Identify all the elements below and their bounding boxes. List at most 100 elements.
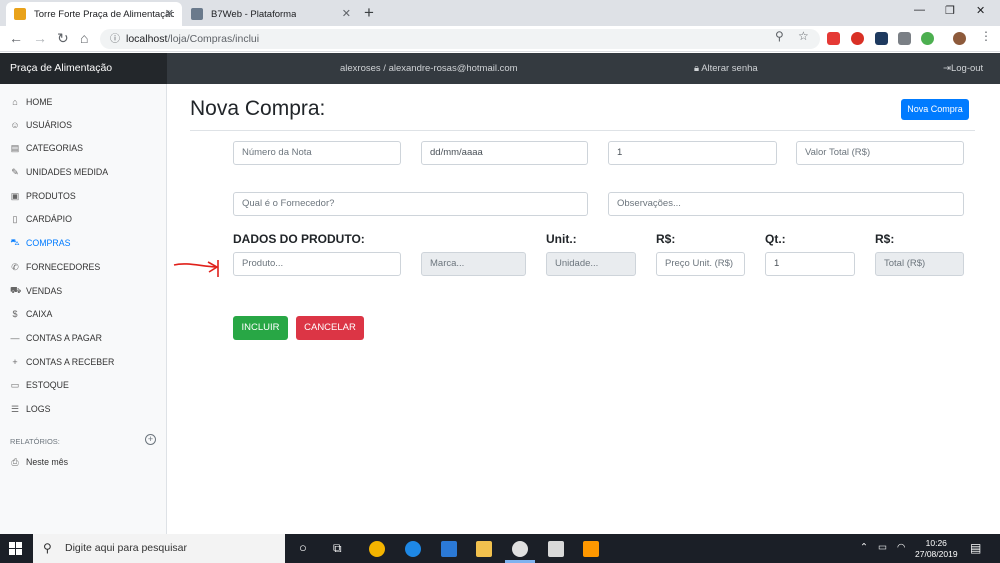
sidebar-item-label: HOME bbox=[26, 97, 53, 107]
unit-heading: Unit.: bbox=[546, 232, 577, 246]
forward-icon[interactable]: → bbox=[33, 30, 47, 46]
user-info: alexroses / alexandre-rosas@hotmail.com bbox=[340, 63, 518, 74]
b7web-favicon-icon bbox=[191, 8, 203, 20]
sidebar-item-neste-mes[interactable]: ⎙ Neste mês bbox=[10, 454, 68, 470]
sidebar-item-cardapio[interactable]: ▯ CARDÁPIO bbox=[10, 211, 72, 227]
search-icon: ⚲ bbox=[43, 541, 52, 555]
address-bar[interactable]: ⓘ localhost/loja/Compras/inclui bbox=[100, 29, 820, 49]
info-icon: ⓘ bbox=[110, 34, 120, 45]
logout-label: Log-out bbox=[950, 63, 984, 74]
include-button[interactable]: INCLUIR bbox=[233, 316, 288, 340]
sidebar-item-logs[interactable]: ☰ LOGS bbox=[10, 401, 51, 417]
restore-icon[interactable]: ❐ bbox=[945, 4, 955, 17]
sidebar-item-label: CONTAS A PAGAR bbox=[26, 333, 102, 343]
sidebar-item-compras[interactable]: ⛍ COMPRAS bbox=[10, 235, 70, 251]
minimize-icon[interactable]: — bbox=[914, 4, 925, 16]
taskbar-search-placeholder: Digite aqui para pesquisar bbox=[65, 542, 187, 554]
system-clock[interactable]: 10:26 27/08/2019 bbox=[915, 538, 958, 560]
sidebar-item-estoque[interactable]: ▭ ESTOQUE bbox=[10, 377, 69, 393]
skype-extension-icon[interactable] bbox=[898, 32, 911, 45]
cancel-button[interactable]: CANCELAR bbox=[296, 316, 364, 340]
dollar-icon: $ bbox=[12, 309, 18, 319]
date-input[interactable]: dd/mm/aaaa bbox=[421, 141, 588, 165]
wifi-icon[interactable]: ◠ bbox=[897, 542, 905, 553]
browser-toolbar: ← → ↻ ⌂ ⓘ localhost/loja/Compras/inclui ⚲… bbox=[0, 26, 1000, 52]
home-button-icon[interactable]: ⌂ bbox=[80, 30, 88, 46]
clock-date: 27/08/2019 bbox=[915, 549, 958, 559]
sidebar-item-label: CAIXA bbox=[26, 309, 53, 319]
close-window-icon[interactable]: ✕ bbox=[976, 4, 985, 17]
sidebar-item-caixa[interactable]: $ CAIXA bbox=[10, 306, 52, 322]
new-purchase-button[interactable]: Nova Compra bbox=[901, 99, 969, 120]
sidebar-item-produtos[interactable]: ▣ PRODUTOS bbox=[10, 188, 76, 204]
logout-link[interactable]: ⇥Log-out bbox=[943, 53, 983, 84]
sidebar-item-label: CARDÁPIO bbox=[26, 214, 72, 224]
invoice-number-input[interactable]: Número da Nota bbox=[233, 141, 401, 165]
cortana-icon[interactable]: ○ bbox=[299, 540, 307, 555]
taskbar-search-input[interactable]: ⚲ Digite aqui para pesquisar bbox=[33, 534, 285, 563]
opera-extension-icon[interactable] bbox=[851, 32, 864, 45]
browser-menu-icon[interactable]: ⋮ bbox=[980, 29, 992, 43]
close-tab-icon[interactable]: ✕ bbox=[342, 7, 351, 20]
new-tab-icon[interactable]: + bbox=[364, 3, 374, 23]
reload-icon[interactable]: ↻ bbox=[57, 30, 69, 47]
battery-icon[interactable]: ▭ bbox=[878, 542, 887, 553]
tray-chevron-icon[interactable]: ⌃ bbox=[860, 542, 868, 553]
sidebar-item-label: CONTAS A RECEBER bbox=[26, 357, 115, 367]
back-icon[interactable]: ← bbox=[9, 30, 23, 46]
play-extension-icon[interactable] bbox=[921, 32, 934, 45]
sidebar-item-label: USUÁRIOS bbox=[26, 120, 72, 130]
change-password-link[interactable]: 🔒︎ Alterar senha bbox=[694, 53, 758, 84]
browser-tab[interactable]: B7Web - Plataforma ✕ bbox=[183, 2, 359, 26]
windows-start-icon[interactable] bbox=[9, 542, 23, 556]
supplier-input[interactable]: Qual é o Fornecedor? bbox=[233, 192, 588, 216]
zoom-icon[interactable]: ⚲ bbox=[775, 29, 784, 43]
sidebar-item-contas-a-receber[interactable]: + CONTAS A RECEBER bbox=[10, 354, 114, 370]
sidebar-item-categorias[interactable]: ▤ CATEGORIAS bbox=[10, 140, 83, 156]
quantity-input[interactable]: 1 bbox=[608, 141, 777, 165]
chrome-icon[interactable] bbox=[369, 541, 385, 557]
printer-icon: ⎙ bbox=[11, 456, 19, 467]
annotation-arrow bbox=[173, 260, 219, 277]
sidebar-item-usuarios[interactable]: ☺ USUÁRIOS bbox=[10, 117, 72, 133]
sidebar-item-unidades-medida[interactable]: ✎ UNIDADES MEDIDA bbox=[10, 164, 108, 180]
briefcase-icon: ▤ bbox=[10, 142, 20, 153]
phone-icon: ✆ bbox=[11, 261, 19, 272]
task-view-icon[interactable]: ⧉ bbox=[333, 541, 342, 556]
profile-avatar-icon[interactable] bbox=[953, 32, 966, 45]
close-tab-icon[interactable]: ✕ bbox=[165, 7, 174, 20]
adblock-extension-icon[interactable] bbox=[827, 32, 840, 45]
file-explorer-icon[interactable] bbox=[476, 541, 492, 557]
address-host: localhost bbox=[126, 33, 168, 45]
notifications-icon[interactable]: ▤ bbox=[970, 541, 981, 555]
window-app-icon[interactable] bbox=[548, 541, 564, 557]
unit-price-input[interactable]: Preço Unit. (R$) bbox=[656, 252, 745, 276]
site-favicon-icon bbox=[14, 8, 26, 20]
sidebar-item-contas-a-pagar[interactable]: — CONTAS A PAGAR bbox=[10, 330, 102, 346]
app-navbar: Praça de Alimentação alexroses / alexand… bbox=[0, 53, 1000, 84]
add-report-icon[interactable]: + bbox=[145, 434, 156, 445]
brand[interactable]: Praça de Alimentação bbox=[0, 53, 167, 84]
sidebar-item-label: PRODUTOS bbox=[26, 191, 76, 201]
extension-icon[interactable] bbox=[875, 32, 888, 45]
edge-icon[interactable] bbox=[405, 541, 421, 557]
sidebar-item-vendas[interactable]: ⛟ VENDAS bbox=[10, 283, 62, 299]
bookmark-star-icon[interactable]: ☆ bbox=[798, 29, 809, 43]
brand-input: Marca... bbox=[421, 252, 526, 276]
product-input[interactable]: Produto... bbox=[233, 252, 401, 276]
sidebar-item-label: ESTOQUE bbox=[26, 380, 69, 390]
address-path: /loja/Compras/inclui bbox=[167, 33, 260, 45]
store-icon[interactable] bbox=[441, 541, 457, 557]
sidebar-item-home[interactable]: ⌂ HOME bbox=[10, 94, 52, 110]
chrome-profile-icon[interactable] bbox=[512, 541, 528, 557]
tab-label: Torre Forte Praça de Alimentação bbox=[34, 8, 174, 20]
minus-icon: — bbox=[10, 333, 20, 343]
notes-input[interactable]: Observações... bbox=[608, 192, 964, 216]
sidebar-item-fornecedores[interactable]: ✆ FORNECEDORES bbox=[10, 259, 100, 275]
sublime-text-icon[interactable] bbox=[583, 541, 599, 557]
product-quantity-input[interactable]: 1 bbox=[765, 252, 855, 276]
browser-tab-active[interactable]: Torre Forte Praça de Alimentação ✕ bbox=[6, 2, 182, 26]
sidebar-item-label: VENDAS bbox=[26, 286, 63, 296]
total-value-input[interactable]: Valor Total (R$) bbox=[796, 141, 964, 165]
box-icon: ▣ bbox=[10, 190, 20, 201]
